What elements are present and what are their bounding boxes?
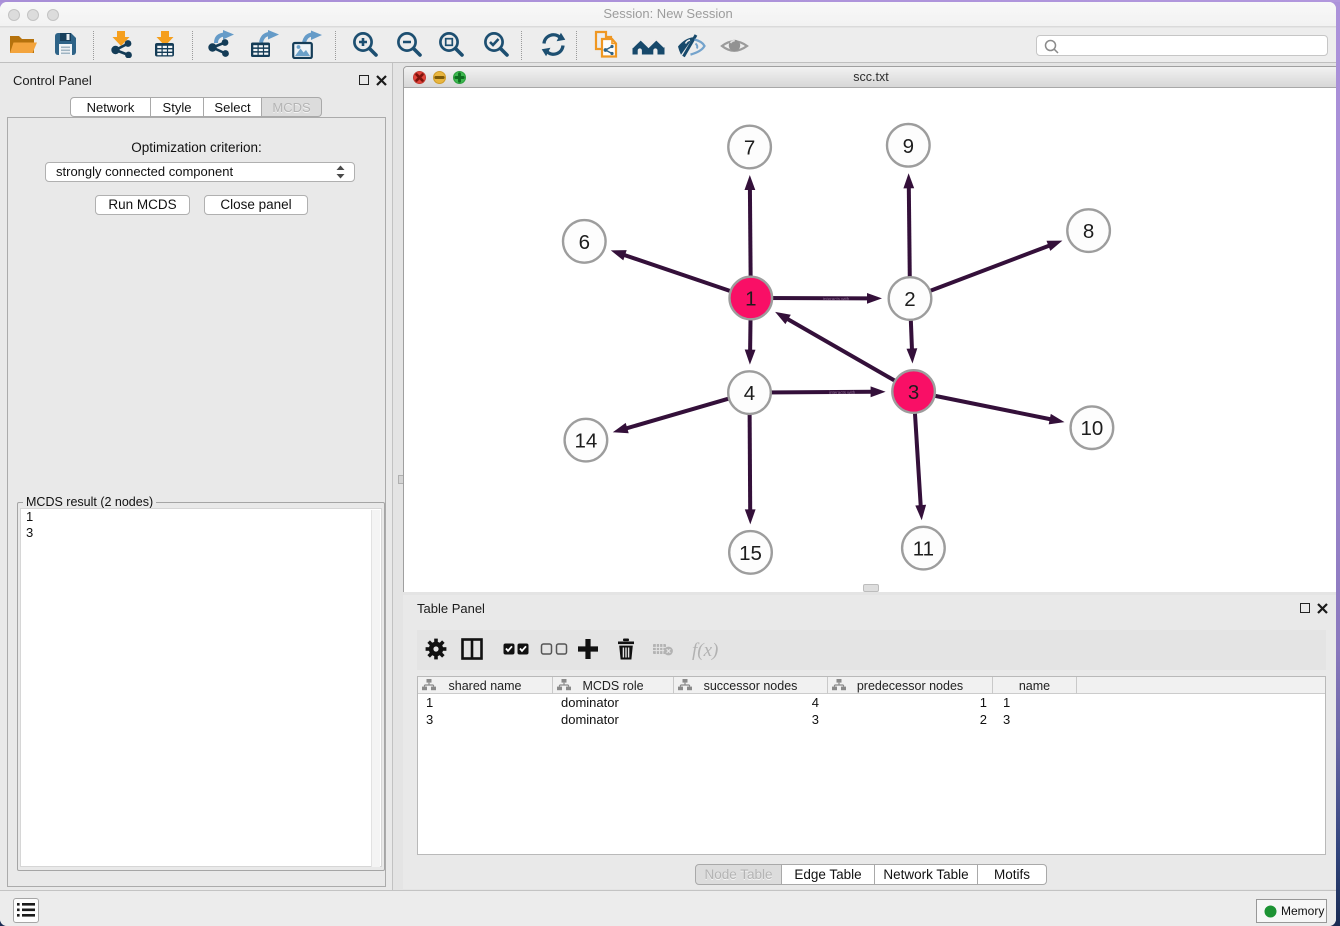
- svg-text:interacts with: interacts with: [829, 390, 856, 395]
- svg-text:8: 8: [1083, 220, 1094, 243]
- svg-text:7: 7: [744, 137, 755, 160]
- svg-text:6: 6: [579, 231, 590, 254]
- svg-text:2: 2: [904, 288, 915, 311]
- svg-text:10: 10: [1080, 417, 1103, 440]
- svg-text:1: 1: [745, 288, 756, 311]
- svg-text:f(x): f(x): [692, 640, 718, 661]
- svg-text:interacts with: interacts with: [823, 296, 850, 301]
- svg-text:14: 14: [574, 430, 597, 453]
- svg-text:3: 3: [908, 381, 919, 404]
- svg-text:4: 4: [744, 382, 755, 405]
- svg-text:15: 15: [739, 542, 762, 565]
- svg-text:11: 11: [913, 538, 934, 561]
- svg-text:9: 9: [903, 135, 914, 158]
